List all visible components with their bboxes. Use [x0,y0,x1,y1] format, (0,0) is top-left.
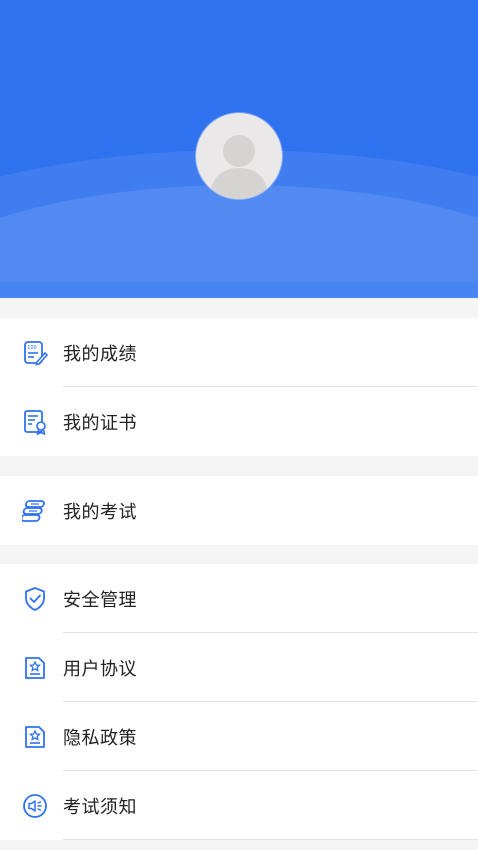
menu-item-user-agreement[interactable]: 用户协议 [0,633,478,702]
menu-item-exam-notice[interactable]: 考试须知 [0,771,478,840]
menu-item-label: 安全管理 [63,589,137,611]
menu-group-exams: 我的考试 [0,476,478,545]
menu-item-label: 我的证书 [63,412,137,434]
user-avatar-placeholder-icon [209,135,269,199]
shield-check-icon [25,586,45,611]
menu-item-label: 考试须知 [63,796,137,818]
menu-item-my-exams[interactable]: 我的考试 [0,476,478,545]
menu-item-label: 我的考试 [63,501,137,523]
menu-item-label: 我的成绩 [63,343,137,365]
star-document-icon [25,656,45,679]
menu-item-my-scores[interactable]: 100 我的成绩 [0,318,478,387]
star-document-icon [25,725,45,748]
speaker-notice-icon [23,793,47,818]
avatar[interactable] [196,113,282,199]
menu-item-my-certificates[interactable]: 我的证书 [0,387,478,456]
menu-item-security[interactable]: 安全管理 [0,564,478,633]
menu-group-records: 100 我的成绩 我的证书 [0,318,478,456]
exam-stack-icon [22,499,45,522]
menu-item-label: 用户协议 [63,658,137,680]
menu-item-privacy-policy[interactable]: 隐私政策 [0,702,478,771]
svg-text:100: 100 [27,345,37,351]
menu-group-settings: 安全管理 用户协议 隐私政策 考试须知 [0,564,478,840]
menu-item-label: 隐私政策 [63,727,137,749]
score-sheet-icon: 100 [24,340,48,366]
profile-header [0,0,478,298]
certificate-icon [24,409,46,435]
